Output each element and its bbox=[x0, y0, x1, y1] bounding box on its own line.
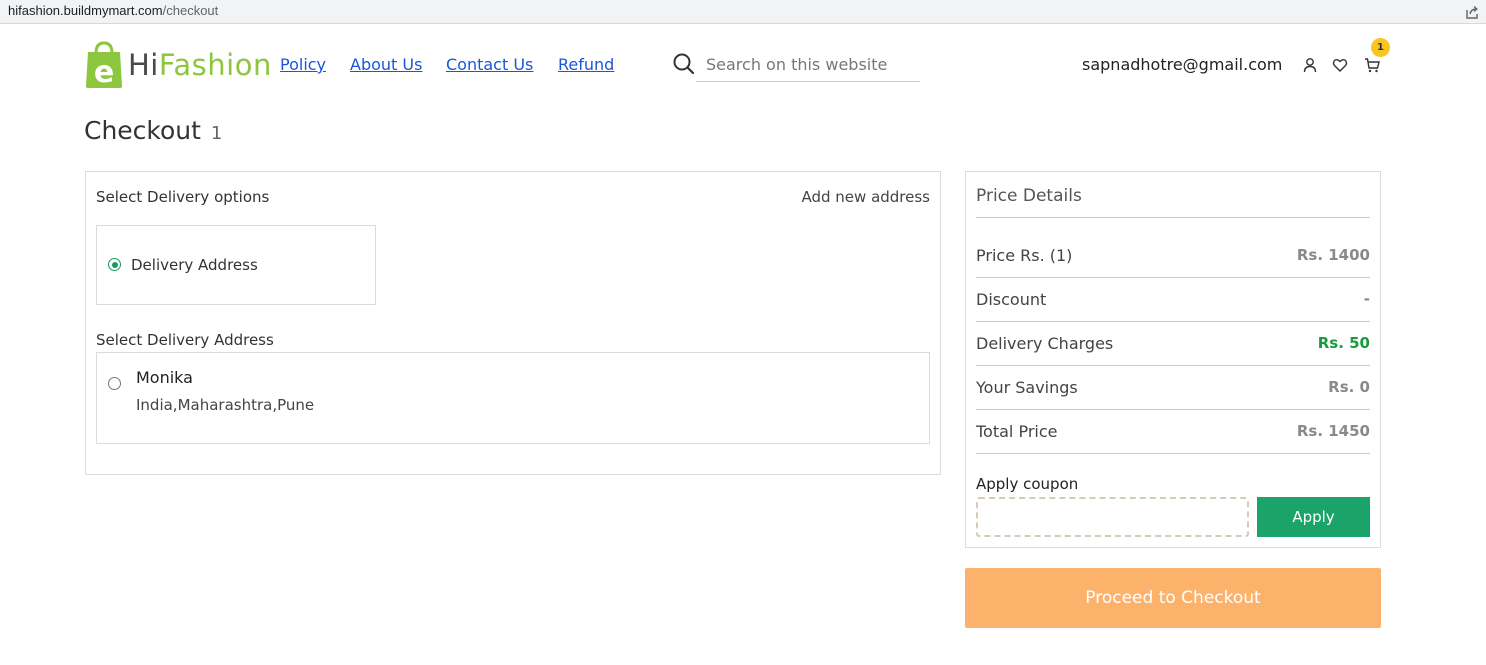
delivery-address-heading: Select Delivery Address bbox=[96, 331, 274, 349]
price-row-discount: Discount - bbox=[976, 290, 1370, 309]
browser-url-bar[interactable]: hifashion.buildmymart.com/checkout bbox=[0, 0, 1486, 24]
address-name: Monika bbox=[136, 368, 193, 387]
nav-link-contact-us[interactable]: Contact Us bbox=[446, 55, 533, 74]
heart-icon[interactable] bbox=[1332, 57, 1348, 73]
address-card[interactable]: Monika India,Maharashtra,Pune bbox=[96, 352, 930, 444]
cart-count-badge: 1 bbox=[1371, 38, 1390, 57]
shopping-bag-logo-icon: e bbox=[86, 41, 122, 90]
price-details-panel: Price Details Price Rs. (1) Rs. 1400 Disc… bbox=[965, 171, 1381, 548]
apply-coupon-button[interactable]: Apply bbox=[1257, 497, 1370, 537]
nav-link-refund[interactable]: Refund bbox=[558, 55, 614, 74]
price-row-savings: Your Savings Rs. 0 bbox=[976, 378, 1370, 397]
search-box bbox=[672, 48, 922, 82]
svg-text:e: e bbox=[94, 55, 114, 90]
search-input[interactable] bbox=[696, 48, 920, 82]
brand-name: HiFashion bbox=[128, 48, 272, 82]
user-icon[interactable] bbox=[1302, 57, 1318, 73]
user-email[interactable]: sapnadhotre@gmail.com bbox=[1082, 55, 1282, 74]
cart-icon[interactable] bbox=[1364, 57, 1380, 73]
share-icon[interactable] bbox=[1464, 4, 1480, 20]
delivery-address-radio[interactable] bbox=[108, 258, 121, 271]
coupon-input[interactable] bbox=[976, 497, 1249, 537]
proceed-to-checkout-button[interactable]: Proceed to Checkout bbox=[965, 568, 1381, 628]
delivery-option-card[interactable]: Delivery Address bbox=[96, 225, 376, 305]
coupon-label: Apply coupon bbox=[976, 475, 1079, 493]
price-row-total: Total Price Rs. 1450 bbox=[976, 422, 1370, 441]
delivery-panel: Select Delivery options Add new address … bbox=[85, 171, 941, 475]
divider bbox=[976, 217, 1370, 218]
url-text: hifashion.buildmymart.com/checkout bbox=[8, 3, 219, 18]
add-new-address-link[interactable]: Add new address bbox=[801, 188, 930, 206]
search-icon[interactable] bbox=[672, 52, 696, 76]
checkout-item-count: 1 bbox=[210, 123, 223, 144]
price-details-heading: Price Details bbox=[976, 186, 1082, 206]
divider bbox=[976, 321, 1370, 322]
price-row-price: Price Rs. (1) Rs. 1400 bbox=[976, 246, 1370, 265]
address-select-radio[interactable] bbox=[108, 377, 121, 390]
divider bbox=[976, 453, 1370, 454]
delivery-option-label: Delivery Address bbox=[131, 256, 258, 274]
page-title: Checkout 1 bbox=[84, 116, 223, 145]
delivery-options-heading: Select Delivery options bbox=[96, 188, 270, 206]
price-row-delivery-charges: Delivery Charges Rs. 50 bbox=[976, 334, 1370, 353]
address-line: India,Maharashtra,Pune bbox=[136, 396, 315, 414]
nav-link-policy[interactable]: Policy bbox=[280, 55, 326, 74]
brand-logo[interactable]: e HiFashion bbox=[84, 40, 272, 90]
nav-link-about-us[interactable]: About Us bbox=[350, 55, 422, 74]
divider bbox=[976, 409, 1370, 410]
divider bbox=[976, 365, 1370, 366]
divider bbox=[976, 277, 1370, 278]
